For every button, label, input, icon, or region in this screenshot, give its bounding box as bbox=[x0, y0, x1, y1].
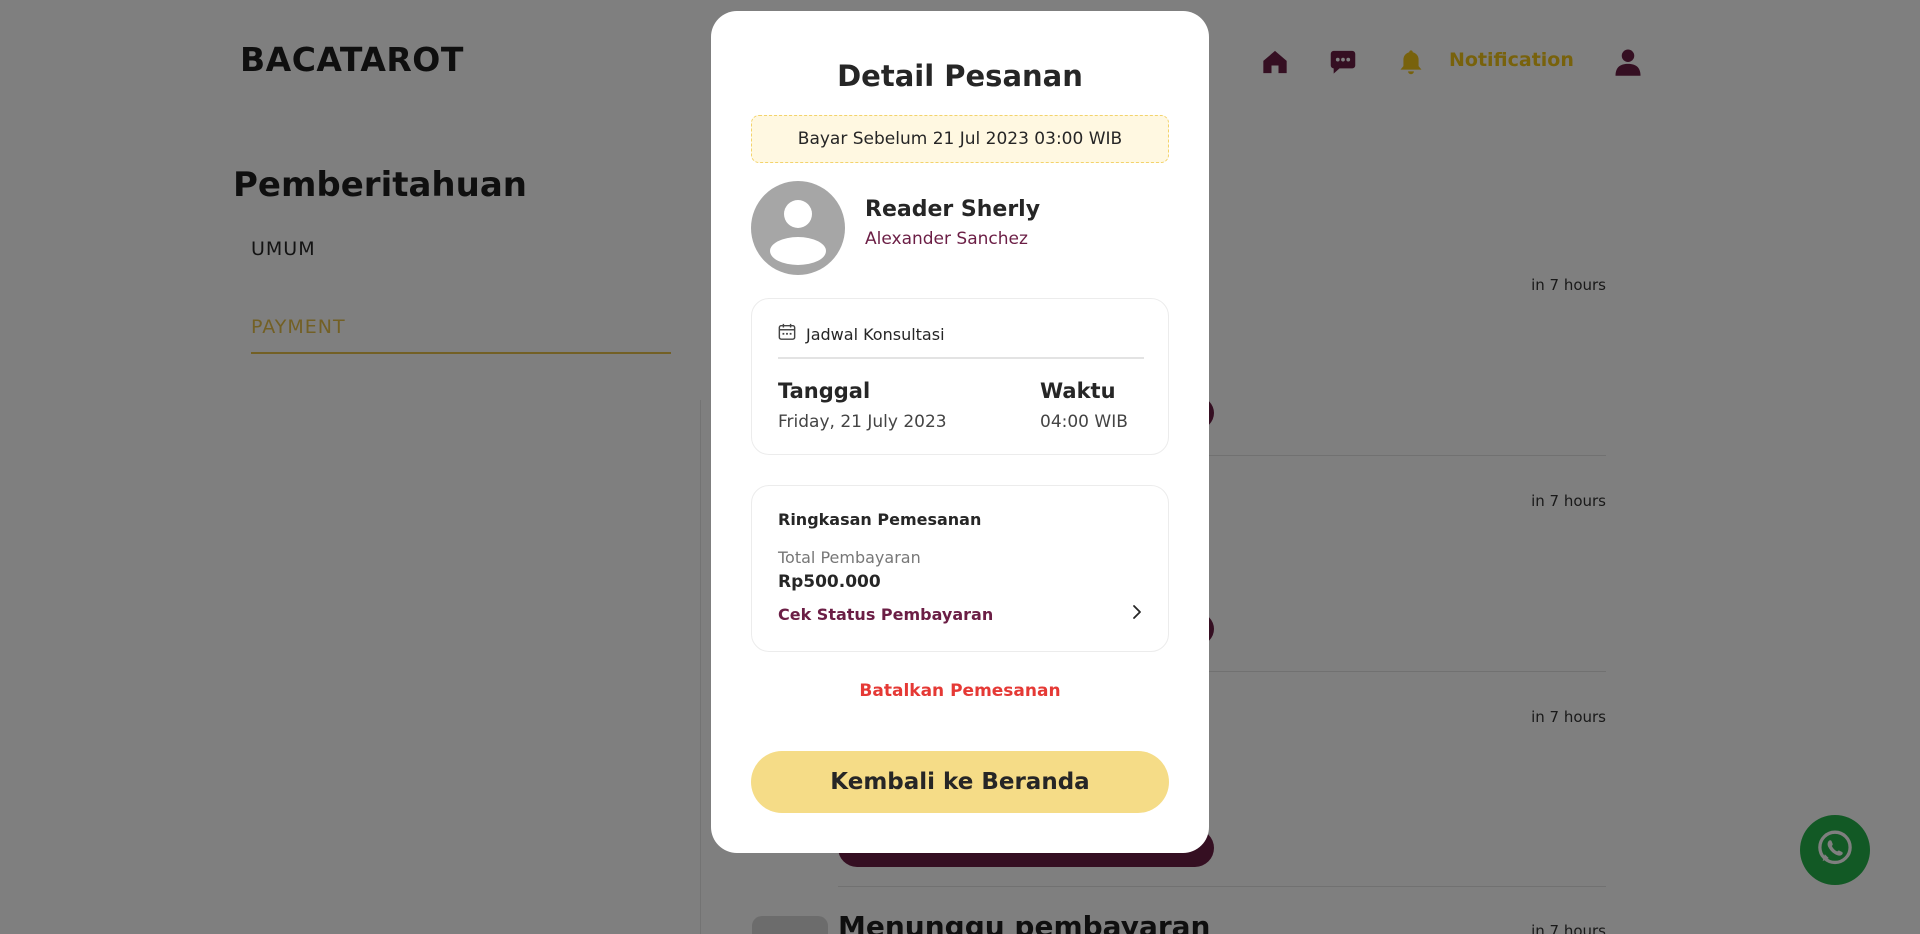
check-payment-status-label[interactable]: Cek Status Pembayaran bbox=[778, 605, 993, 624]
payment-deadline-text: Bayar Sebelum 21 Jul 2023 03:00 WIB bbox=[797, 129, 1123, 149]
schedule-heading: Jadwal Konsultasi bbox=[778, 323, 945, 345]
total-payment-value: Rp500.000 bbox=[778, 572, 881, 592]
cancel-order-button[interactable]: Batalkan Pemesanan bbox=[711, 681, 1209, 701]
order-detail-modal: Detail Pesanan Bayar Sebelum 21 Jul 2023… bbox=[711, 11, 1209, 853]
avatar bbox=[751, 181, 845, 275]
date-value: Friday, 21 July 2023 bbox=[778, 412, 947, 432]
modal-title: Detail Pesanan bbox=[837, 59, 1083, 93]
time-label: Waktu bbox=[1040, 379, 1116, 403]
date-label: Tanggal bbox=[778, 379, 871, 403]
back-to-home-button[interactable]: Kembali ke Beranda bbox=[751, 751, 1169, 813]
summary-heading: Ringkasan Pemesanan bbox=[778, 510, 982, 529]
order-summary-card: Ringkasan Pemesanan Total Pembayaran Rp5… bbox=[751, 485, 1169, 652]
chevron-right-icon[interactable] bbox=[1130, 604, 1144, 624]
check-payment-status-link[interactable]: Cek Status Pembayaran bbox=[778, 602, 1144, 626]
payment-deadline-banner: Bayar Sebelum 21 Jul 2023 03:00 WIB bbox=[751, 115, 1169, 163]
client-name: Alexander Sanchez bbox=[865, 229, 1028, 249]
schedule-divider bbox=[778, 357, 1144, 359]
calendar-icon bbox=[778, 323, 796, 345]
reader-name: Reader Sherly bbox=[865, 197, 1041, 222]
schedule-heading-label: Jadwal Konsultasi bbox=[806, 324, 945, 344]
schedule-card: Jadwal Konsultasi Tanggal Friday, 21 Jul… bbox=[751, 298, 1169, 455]
time-value: 04:00 WIB bbox=[1040, 412, 1128, 432]
total-payment-label: Total Pembayaran bbox=[778, 548, 921, 567]
